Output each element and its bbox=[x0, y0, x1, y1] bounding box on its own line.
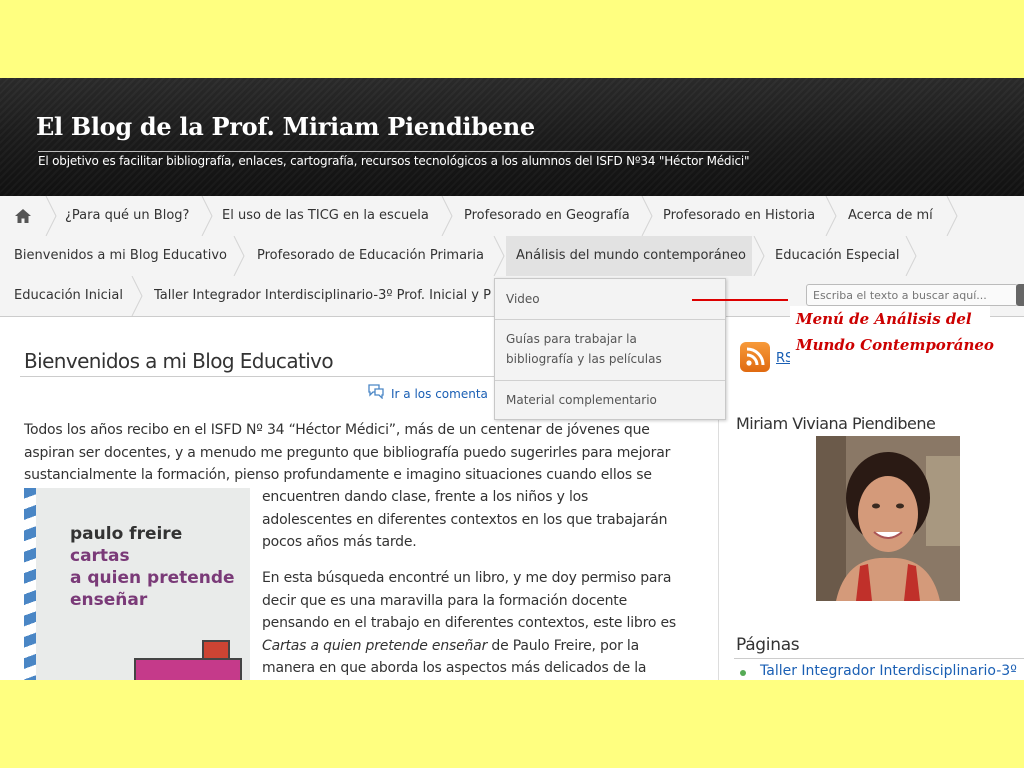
nav-separator bbox=[945, 196, 959, 236]
rss-icon[interactable] bbox=[740, 342, 770, 372]
book-author: paulo freire bbox=[70, 524, 183, 544]
book-title-italic: Cartas a quien pretende enseñar bbox=[262, 637, 488, 654]
nav-item-educacion-especial[interactable]: Educación Especial bbox=[775, 236, 899, 276]
annotation-arrow-line bbox=[692, 299, 788, 301]
avatar[interactable] bbox=[816, 436, 960, 601]
annotation-box: Menú de Análisis del Mundo Contemporáneo bbox=[790, 306, 994, 366]
text-line: adolescentes en diferentes contextos en … bbox=[262, 511, 668, 528]
submenu-divider bbox=[495, 319, 725, 320]
nav-item-taller-integrador[interactable]: Taller Integrador Interdisciplinario-3º … bbox=[154, 276, 494, 316]
post-paragraph-1: Todos los años recibo en el ISFD Nº 34 “… bbox=[24, 419, 724, 487]
nav-item-prof-historia[interactable]: Profesorado en Historia bbox=[663, 196, 815, 236]
briefcase-icon bbox=[134, 658, 242, 680]
nav-separator bbox=[130, 276, 144, 316]
annotation-text: Mundo Contemporáneo bbox=[796, 336, 994, 354]
book-title-line: cartas bbox=[70, 546, 130, 566]
text-line: Cartas a quien pretende enseñar de Paulo… bbox=[262, 635, 722, 658]
book-title-line: enseñar bbox=[70, 590, 148, 610]
nav-item-bienvenidos[interactable]: Bienvenidos a mi Blog Educativo bbox=[14, 236, 227, 276]
blog-screenshot: El Blog de la Prof. Miriam Piendibene El… bbox=[0, 78, 1024, 680]
pages-heading: Páginas bbox=[736, 635, 800, 655]
comments-link[interactable]: Ir a los comenta bbox=[391, 387, 488, 401]
submenu-item-material[interactable]: Material complementario bbox=[495, 390, 725, 410]
nav-row-1: ¿Para qué un Blog? El uso de las TICG en… bbox=[0, 196, 1024, 236]
nav-separator bbox=[904, 236, 918, 276]
submenu-item-guias-line: bibliografía y las películas bbox=[506, 352, 662, 366]
submenu-divider bbox=[495, 380, 725, 381]
text-line: pocos años más tarde. bbox=[262, 534, 417, 550]
nav-separator bbox=[200, 196, 214, 236]
nav-separator bbox=[752, 236, 766, 276]
blog-header: El Blog de la Prof. Miriam Piendibene El… bbox=[0, 78, 1024, 196]
book-stripe bbox=[24, 488, 36, 680]
post-paragraph-3: En esta búsqueda encontré un libro, y me… bbox=[262, 567, 722, 680]
post-title[interactable]: Bienvenidos a mi Blog Educativo bbox=[24, 349, 334, 373]
nav-row-2: Bienvenidos a mi Blog Educativo Profesor… bbox=[0, 236, 1024, 276]
bullet-icon bbox=[740, 670, 746, 676]
search-button[interactable] bbox=[1016, 284, 1024, 306]
submenu-item-guias-line: Guías para trabajar la bbox=[506, 332, 637, 346]
submenu-item-video[interactable]: Video bbox=[495, 289, 725, 309]
search-input[interactable] bbox=[806, 284, 1018, 306]
text-line: manera en que aborda los aspectos más de… bbox=[262, 660, 647, 676]
submenu-item-guias[interactable]: Guías para trabajar la bibliografía y la… bbox=[495, 329, 725, 369]
text-line: pensando en el trabajo en diferentes con… bbox=[262, 615, 676, 631]
post-paragraph-2: encuentren dando clase, frente a los niñ… bbox=[262, 486, 722, 554]
comments-icon bbox=[368, 384, 384, 399]
nav-item-acerca-de-mi[interactable]: Acerca de mí bbox=[848, 196, 933, 236]
nav-separator bbox=[640, 196, 654, 236]
nav-item-uso-ticg[interactable]: El uso de las TICG en la escuela bbox=[222, 196, 429, 236]
pages-divider bbox=[734, 658, 1024, 659]
nav-item-analisis-mundo[interactable]: Análisis del mundo contemporáneo bbox=[506, 236, 752, 276]
pages-link-taller[interactable]: Taller Integrador Interdisciplinario-3º bbox=[760, 663, 1017, 679]
book-title-line: a quien pretende bbox=[70, 568, 235, 588]
blog-description: El objetivo es facilitar bibliografía, e… bbox=[38, 151, 750, 168]
text-line: decir que es una maravilla para la forma… bbox=[262, 592, 627, 609]
home-icon bbox=[15, 209, 31, 223]
profile-name: Miriam Viviana Piendibene bbox=[736, 414, 936, 433]
book-cover-image: paulo freire cartas a quien pretende ens… bbox=[24, 488, 250, 680]
nav-home[interactable] bbox=[0, 196, 46, 236]
nav-separator bbox=[44, 196, 58, 236]
nav-item-educacion-inicial[interactable]: Educación Inicial bbox=[14, 276, 123, 316]
annotation-text: Menú de Análisis del bbox=[796, 310, 972, 328]
text-line: sustancialmente la formación, pienso pro… bbox=[24, 467, 652, 483]
text-line: aspiran ser docentes, y a menudo me preg… bbox=[24, 444, 671, 461]
text-line: encuentren dando clase, frente a los niñ… bbox=[262, 489, 589, 505]
nav-item-prof-primaria[interactable]: Profesorado de Educación Primaria bbox=[257, 236, 484, 276]
nav-separator bbox=[440, 196, 454, 236]
text-line: Todos los años recibo en el ISFD Nº 34 “… bbox=[24, 422, 650, 438]
nav-item-para-que-un-blog[interactable]: ¿Para qué un Blog? bbox=[65, 196, 189, 236]
text-line: En esta búsqueda encontré un libro, y me… bbox=[262, 570, 672, 586]
blog-title[interactable]: El Blog de la Prof. Miriam Piendibene bbox=[36, 112, 535, 141]
nav-separator bbox=[824, 196, 838, 236]
text-fragment: de Paulo Freire, por la bbox=[491, 637, 639, 654]
nav-item-prof-geografia[interactable]: Profesorado en Geografía bbox=[464, 196, 630, 236]
nav-separator bbox=[232, 236, 246, 276]
nav-separator bbox=[492, 236, 506, 276]
